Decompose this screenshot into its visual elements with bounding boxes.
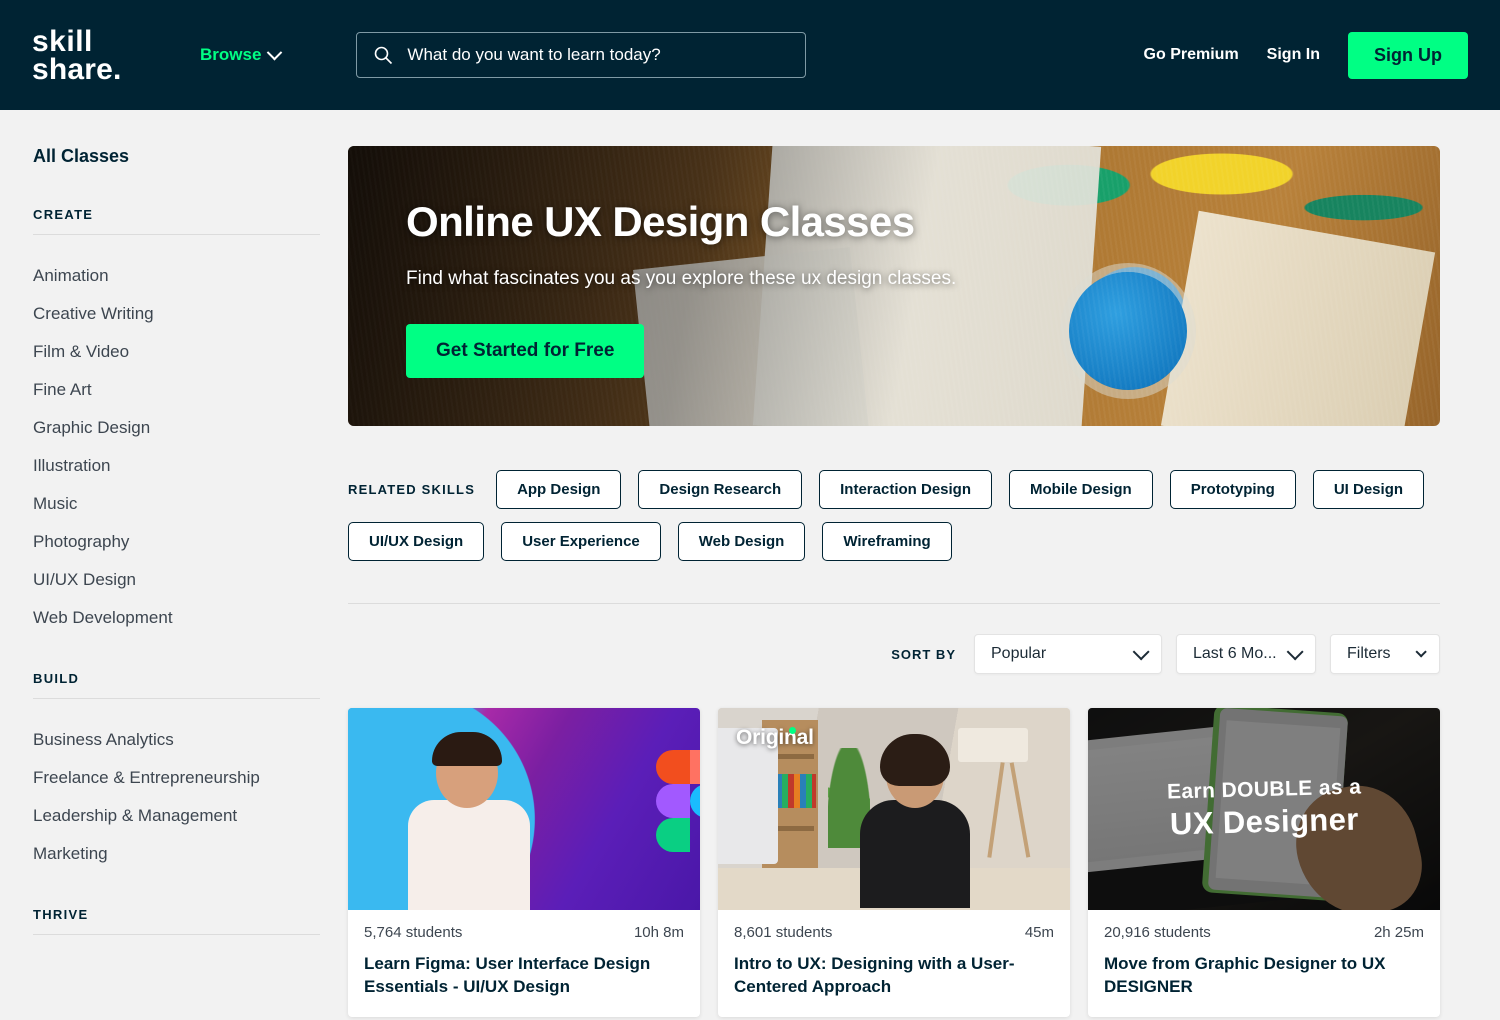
thumbnail-text-line-1: Earn DOUBLE as a xyxy=(1166,775,1362,804)
sign-in-link[interactable]: Sign In xyxy=(1267,46,1320,64)
original-badge-dot-icon xyxy=(789,727,796,734)
chevron-down-icon xyxy=(1415,646,1427,658)
student-count: 5,764 students xyxy=(364,924,463,941)
category-sidebar: All Classes CREATE Animation Creative Wr… xyxy=(0,110,348,1020)
sidebar-item-animation[interactable]: Animation xyxy=(33,257,320,295)
get-started-button[interactable]: Get Started for Free xyxy=(406,324,645,378)
original-badge: Original xyxy=(736,726,814,750)
class-thumbnail xyxy=(348,708,700,910)
class-card[interactable]: Original 8,601 students 45m Intro to UX:… xyxy=(718,708,1070,1017)
sidebar-item-leadership-management[interactable]: Leadership & Management xyxy=(33,797,320,835)
sidebar-item-illustration[interactable]: Illustration xyxy=(33,447,320,485)
skill-chip-web-design[interactable]: Web Design xyxy=(677,522,806,561)
class-duration: 2h 25m xyxy=(1373,924,1424,941)
sign-up-button[interactable]: Sign Up xyxy=(1348,31,1468,79)
chevron-down-icon xyxy=(1286,643,1304,661)
class-duration: 45m xyxy=(1024,924,1054,941)
skill-chip-user-experience[interactable]: User Experience xyxy=(501,522,661,561)
time-range-value: Last 6 Mo... xyxy=(1193,645,1277,662)
skill-chip-design-research[interactable]: Design Research xyxy=(638,470,803,509)
related-skills-label: RELATED SKILLS xyxy=(348,482,476,497)
sidebar-item-business-analytics[interactable]: Business Analytics xyxy=(33,721,320,759)
hero-content: Online UX Design Classes Find what fasci… xyxy=(348,146,1440,378)
page-body: All Classes CREATE Animation Creative Wr… xyxy=(0,110,1500,1020)
header-actions: Go Premium Sign In Sign Up xyxy=(1144,31,1468,79)
skill-chip-mobile-design[interactable]: Mobile Design xyxy=(1009,470,1153,509)
thumbnail-text-line-2: UX Designer xyxy=(1169,801,1359,842)
main-content: Online UX Design Classes Find what fasci… xyxy=(348,110,1500,1020)
skill-chip-interaction-design[interactable]: Interaction Design xyxy=(819,470,992,509)
skill-chip-ui-ux-design[interactable]: UI/UX Design xyxy=(348,522,485,561)
chevron-down-icon xyxy=(1132,643,1150,661)
sidebar-section-thrive: THRIVE xyxy=(33,907,320,935)
original-badge-label: Original xyxy=(736,726,814,749)
hero-subtitle: Find what fascinates you as you explore … xyxy=(406,268,957,289)
browse-label: Browse xyxy=(200,45,262,64)
time-range-select[interactable]: Last 6 Mo... xyxy=(1176,634,1316,674)
skill-chip-ui-design[interactable]: UI Design xyxy=(1312,470,1425,509)
skillshare-logo[interactable]: skill share. xyxy=(32,25,162,86)
sidebar-section-create: CREATE xyxy=(33,207,320,235)
class-thumbnail: Original xyxy=(718,708,1070,910)
instructor-illustration xyxy=(856,734,974,908)
section-divider xyxy=(348,603,1440,604)
logo-line-1: skill xyxy=(32,25,93,59)
class-thumbnail: Earn DOUBLE as a UX Designer xyxy=(1088,708,1440,910)
sidebar-item-ui-ux-design[interactable]: UI/UX Design xyxy=(33,561,320,599)
filters-label: Filters xyxy=(1347,645,1391,662)
instructor-illustration xyxy=(394,732,544,910)
sort-by-select[interactable]: Popular xyxy=(974,634,1162,674)
search-input[interactable] xyxy=(407,45,790,65)
class-title[interactable]: Intro to UX: Designing with a User-Cente… xyxy=(718,941,1070,1017)
thumbnail-overlay-text: Earn DOUBLE as a UX Designer xyxy=(1088,708,1440,910)
related-skills: RELATED SKILLS App Design Design Researc… xyxy=(348,470,1440,561)
student-count: 8,601 students xyxy=(734,924,833,941)
class-duration: 10h 8m xyxy=(633,924,684,941)
class-title[interactable]: Move from Graphic Designer to UX DESIGNE… xyxy=(1088,941,1440,1017)
sort-controls: SORT BY Popular Last 6 Mo... Filters xyxy=(348,634,1440,674)
sidebar-item-creative-writing[interactable]: Creative Writing xyxy=(33,295,320,333)
sort-by-label: SORT BY xyxy=(891,646,956,662)
hero-banner: Online UX Design Classes Find what fasci… xyxy=(348,146,1440,426)
skill-chip-wireframing[interactable]: Wireframing xyxy=(822,522,952,561)
class-card[interactable]: Earn DOUBLE as a UX Designer 20,916 stud… xyxy=(1088,708,1440,1017)
site-header: skill share. Browse Go Premium Sign In S… xyxy=(0,0,1500,110)
logo-line-2: share. xyxy=(32,53,122,86)
class-title[interactable]: Learn Figma: User Interface Design Essen… xyxy=(348,941,700,1017)
card-meta: 8,601 students 45m xyxy=(718,910,1070,941)
card-meta: 5,764 students 10h 8m xyxy=(348,910,700,941)
sort-by-value: Popular xyxy=(991,645,1047,662)
browse-menu[interactable]: Browse xyxy=(200,44,283,65)
page-title: Online UX Design Classes xyxy=(406,198,915,245)
sidebar-item-freelance-entrepreneurship[interactable]: Freelance & Entrepreneurship xyxy=(33,759,320,797)
skill-chip-app-design[interactable]: App Design xyxy=(496,470,622,509)
sidebar-item-web-development[interactable]: Web Development xyxy=(33,599,320,637)
chevron-down-icon xyxy=(267,44,283,60)
search-bar[interactable] xyxy=(356,32,807,78)
filters-button[interactable]: Filters xyxy=(1330,634,1440,674)
sidebar-item-photography[interactable]: Photography xyxy=(33,523,320,561)
sidebar-item-film-video[interactable]: Film & Video xyxy=(33,333,320,371)
sidebar-item-music[interactable]: Music xyxy=(33,485,320,523)
sidebar-section-build: BUILD xyxy=(33,671,320,699)
sidebar-item-marketing[interactable]: Marketing xyxy=(33,835,320,873)
sidebar-item-all-classes[interactable]: All Classes xyxy=(33,146,320,167)
class-card[interactable]: 5,764 students 10h 8m Learn Figma: User … xyxy=(348,708,700,1017)
sidebar-item-fine-art[interactable]: Fine Art xyxy=(33,371,320,409)
go-premium-link[interactable]: Go Premium xyxy=(1144,46,1239,64)
card-meta: 20,916 students 2h 25m xyxy=(1088,910,1440,941)
sidebar-item-graphic-design[interactable]: Graphic Design xyxy=(33,409,320,447)
skill-chip-prototyping[interactable]: Prototyping xyxy=(1169,470,1296,509)
class-card-grid: 5,764 students 10h 8m Learn Figma: User … xyxy=(348,708,1440,1017)
student-count: 20,916 students xyxy=(1104,924,1211,941)
search-icon xyxy=(375,46,393,65)
